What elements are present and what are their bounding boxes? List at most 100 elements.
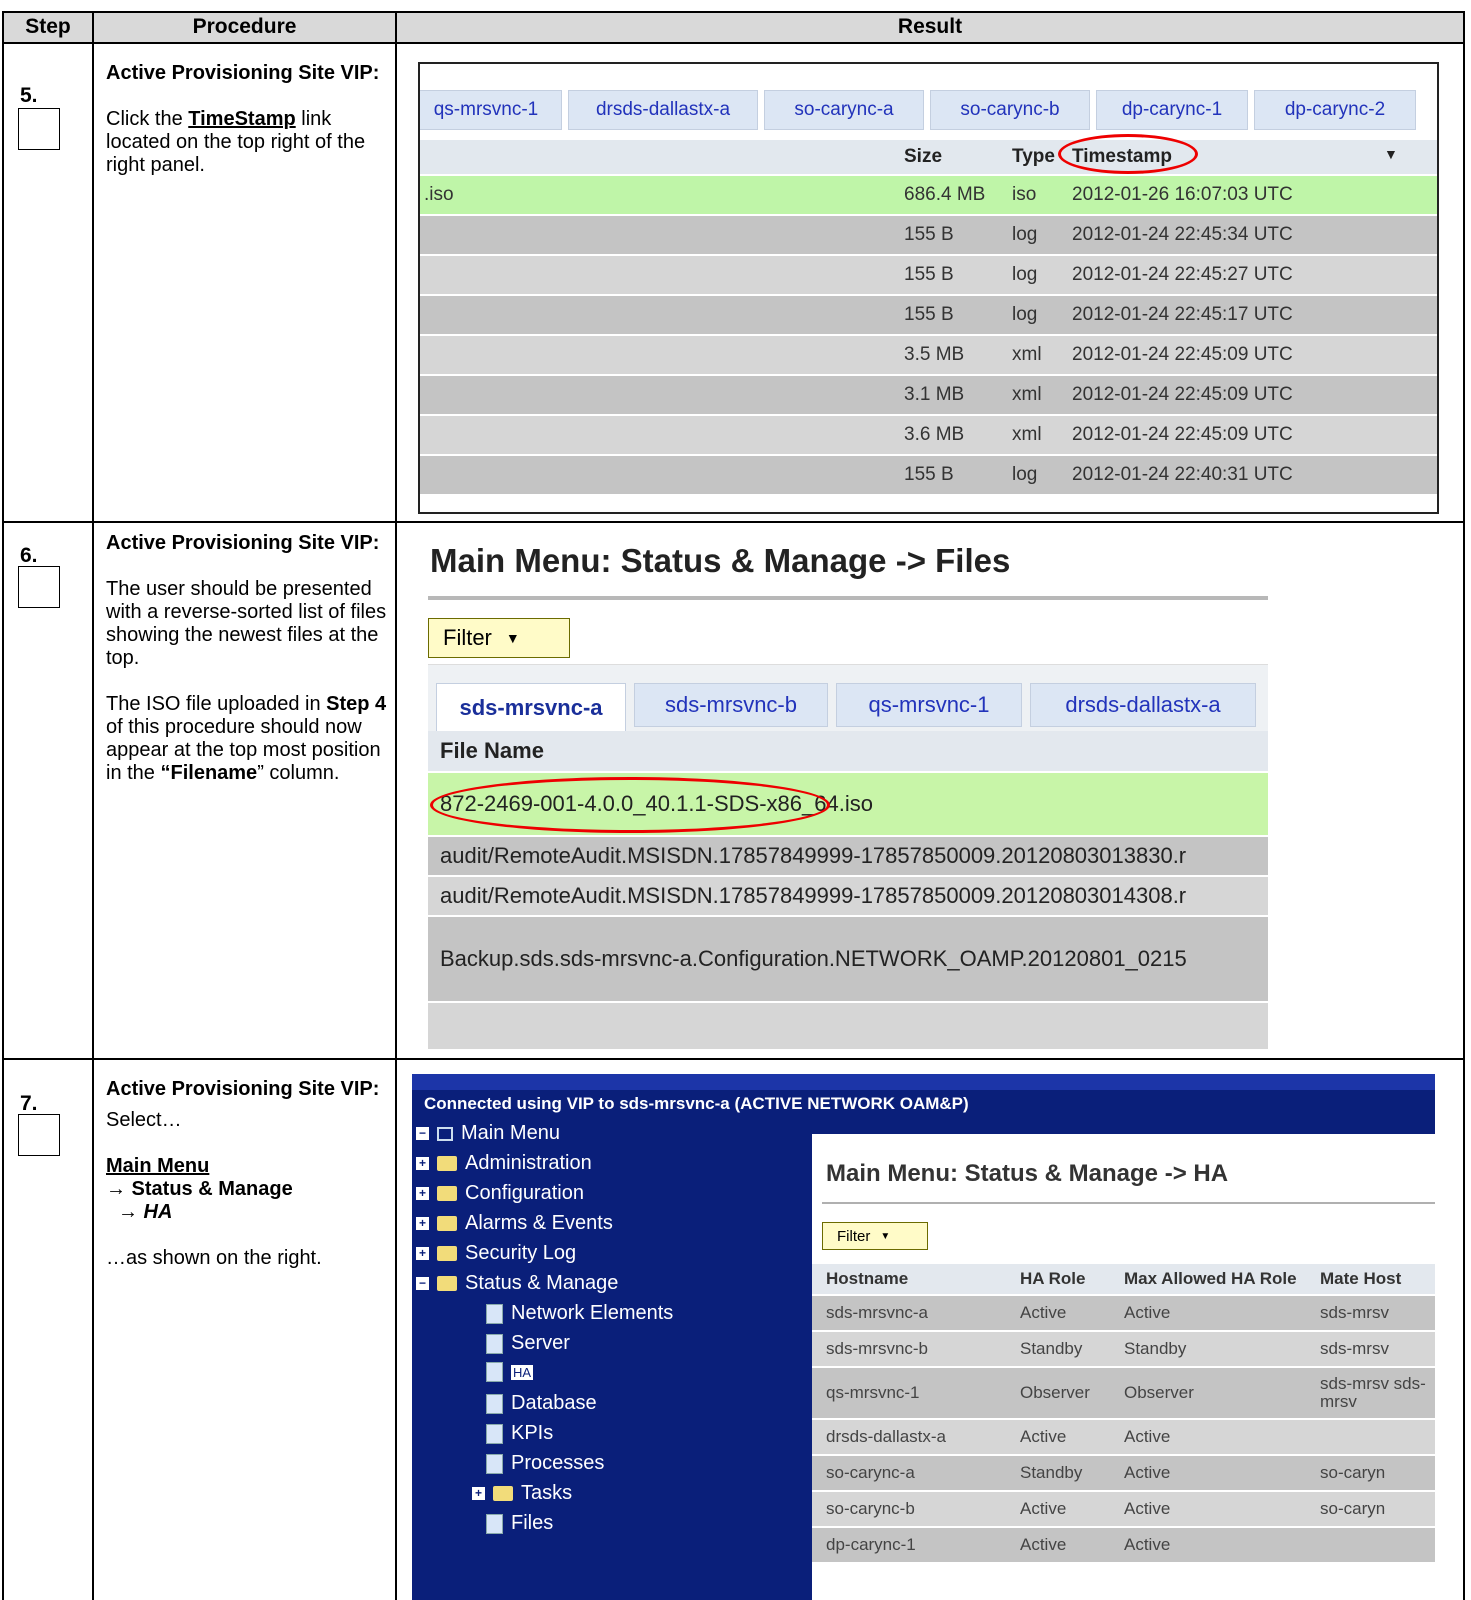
server-tab[interactable]: sds-mrsvnc-b: [634, 683, 828, 727]
table-row[interactable]: 155 B log 2012-01-24 22:45:27 UTC: [420, 256, 1437, 294]
max-role-cell: Active: [1124, 1499, 1171, 1518]
server-tab[interactable]: drsds-dallastx-a: [568, 90, 758, 130]
tree-item-main-menu[interactable]: − Main Menu: [416, 1122, 560, 1145]
procedure-line: The ISO file uploaded in: [106, 693, 327, 715]
page-icon: [486, 1333, 503, 1354]
file-timestamp: 2012-01-26 16:07:03 UTC: [1072, 184, 1293, 205]
column-type[interactable]: Type: [1012, 146, 1055, 168]
divider: [2, 11, 4, 1600]
tree-label: Database: [511, 1392, 597, 1414]
expand-icon: +: [416, 1157, 429, 1170]
max-role-cell: Active: [1124, 1535, 1171, 1554]
table-row[interactable]: 155 B log 2012-01-24 22:40:31 UTC: [420, 456, 1437, 494]
tree-item-security-log[interactable]: + Security Log: [416, 1242, 576, 1265]
column-size[interactable]: Size: [904, 146, 942, 168]
max-role-cell: Observer: [1124, 1383, 1194, 1402]
chevron-down-icon[interactable]: ▼: [1384, 146, 1398, 162]
table-row[interactable]: 3.6 MB xml 2012-01-24 22:45:09 UTC: [420, 416, 1437, 454]
header-step: Step: [4, 12, 92, 42]
table-row[interactable]: 155 B log 2012-01-24 22:45:34 UTC: [420, 216, 1437, 254]
table-row[interactable]: sds-mrsvnc-b Standby Standby sds-mrsv: [812, 1332, 1435, 1366]
title-underline: [428, 596, 1268, 600]
step-checkbox[interactable]: [18, 566, 60, 608]
server-tab[interactable]: so-carync-b: [930, 90, 1090, 130]
server-tab[interactable]: qs-mrsvnc-1: [420, 90, 562, 130]
table-row[interactable]: .iso 686.4 MB iso 2012-01-26 16:07:03 UT…: [420, 176, 1437, 214]
column-header-row: Size Type Timestamp ▼: [420, 140, 1437, 174]
step-number: 7.: [20, 1092, 38, 1115]
tree-item-alarms-events[interactable]: + Alarms & Events: [416, 1212, 613, 1235]
table-row[interactable]: 3.5 MB xml 2012-01-24 22:45:09 UTC: [420, 336, 1437, 374]
ha-role-cell: Standby: [1020, 1339, 1083, 1358]
table-row[interactable]: Backup.sds.sds-mrsvnc-a.Configuration.NE…: [428, 917, 1268, 1001]
table-row[interactable]: drsds-dallastx-a Active Active: [812, 1420, 1435, 1454]
tree-item-tasks[interactable]: + Tasks: [472, 1482, 572, 1505]
expand-icon: +: [416, 1217, 429, 1230]
mate-host-cell: so-caryn: [1320, 1499, 1386, 1518]
server-tab[interactable]: so-carync-a: [764, 90, 924, 130]
tree-label: Security Log: [465, 1242, 577, 1264]
procedure-line: Click the: [106, 108, 189, 130]
tree-item-files[interactable]: Files: [486, 1512, 553, 1535]
file-timestamp: 2012-01-24 22:45:17 UTC: [1072, 304, 1293, 325]
tree-label: Network Elements: [511, 1302, 674, 1324]
tree-item-database[interactable]: Database: [486, 1392, 597, 1415]
server-tab[interactable]: qs-mrsvnc-1: [836, 683, 1022, 727]
chevron-down-icon: ▼: [505, 630, 520, 646]
file-size: 3.6 MB: [904, 424, 965, 445]
tree-item-configuration[interactable]: + Configuration: [416, 1182, 584, 1205]
file-size: 3.1 MB: [904, 384, 965, 405]
tree-item-status-manage[interactable]: − Status & Manage: [416, 1272, 618, 1295]
divider: [92, 11, 94, 1600]
procedure-line: Select…: [106, 1109, 182, 1131]
server-tab[interactable]: sds-mrsvnc-a: [436, 683, 626, 731]
column-file-name[interactable]: File Name: [428, 731, 1268, 771]
table-row[interactable]: dp-carync-1 Active Active: [812, 1528, 1435, 1562]
table-row[interactable]: 3.1 MB xml 2012-01-24 22:45:09 UTC: [420, 376, 1437, 414]
top-bar: [412, 1074, 1435, 1090]
tree-label: Server: [511, 1332, 570, 1354]
filter-label: Filter: [837, 1227, 871, 1245]
table-row[interactable]: qs-mrsvnc-1 Observer Observer sds-mrsv sds-…: [812, 1368, 1435, 1418]
filter-button[interactable]: Filter ▼: [428, 618, 570, 658]
table-row[interactable]: 155 B log 2012-01-24 22:45:17 UTC: [420, 296, 1437, 334]
files-list: sds-mrsvnc-a sds-mrsvnc-b qs-mrsvnc-1 dr…: [428, 664, 1268, 1049]
column-ha-role[interactable]: HA Role: [1020, 1264, 1086, 1294]
folder-icon: [437, 1246, 457, 1261]
highlight-ellipse: [1058, 134, 1198, 174]
title-underline: [822, 1202, 1435, 1204]
file-size: 155 B: [904, 304, 954, 325]
column-max-allowed-ha-role[interactable]: Max Allowed HA Role: [1124, 1264, 1297, 1294]
procedure-title: Active Provisioning Site VIP:: [106, 62, 380, 84]
server-tab[interactable]: drsds-dallastx-a: [1030, 683, 1256, 727]
table-row[interactable]: audit/RemoteAudit.MSISDN.17857849999-178…: [428, 837, 1268, 875]
server-tab[interactable]: dp-carync-1: [1096, 90, 1248, 130]
table-row[interactable]: so-carync-a Standby Active so-caryn: [812, 1456, 1435, 1490]
table-row[interactable]: sds-mrsvnc-a Active Active sds-mrsv: [812, 1296, 1435, 1330]
filter-button[interactable]: Filter ▼: [822, 1222, 928, 1250]
column-hostname[interactable]: Hostname: [826, 1264, 908, 1294]
server-tab[interactable]: dp-carync-2: [1254, 90, 1416, 130]
divider: [1463, 11, 1465, 1600]
menu-path: → HA: [118, 1201, 173, 1223]
table-row[interactable]: audit/RemoteAudit.MSISDN.17857849999-178…: [428, 877, 1268, 915]
step-checkbox[interactable]: [18, 1114, 60, 1156]
column-mate-host[interactable]: Mate Host: [1320, 1264, 1401, 1294]
step-checkbox[interactable]: [18, 108, 60, 150]
file-type: log: [1012, 464, 1038, 485]
table-row[interactable]: [428, 1003, 1268, 1049]
file-type: xml: [1012, 384, 1042, 405]
tree-item-ha[interactable]: HA: [486, 1362, 534, 1382]
divider: [395, 11, 397, 1600]
tree-item-kpis[interactable]: KPIs: [486, 1422, 553, 1445]
tree-item-administration[interactable]: + Administration: [416, 1152, 592, 1175]
table-row[interactable]: so-carync-b Active Active so-caryn: [812, 1492, 1435, 1526]
tree-item-network-elements[interactable]: Network Elements: [486, 1302, 673, 1325]
file-size: 155 B: [904, 224, 954, 245]
tree-label: Processes: [511, 1452, 605, 1474]
max-role-cell: Active: [1124, 1303, 1171, 1322]
tree-item-processes[interactable]: Processes: [486, 1452, 604, 1475]
tree-item-server[interactable]: Server: [486, 1332, 570, 1355]
ha-role-cell: Active: [1020, 1303, 1067, 1322]
file-timestamp: 2012-01-24 22:45:09 UTC: [1072, 424, 1293, 445]
